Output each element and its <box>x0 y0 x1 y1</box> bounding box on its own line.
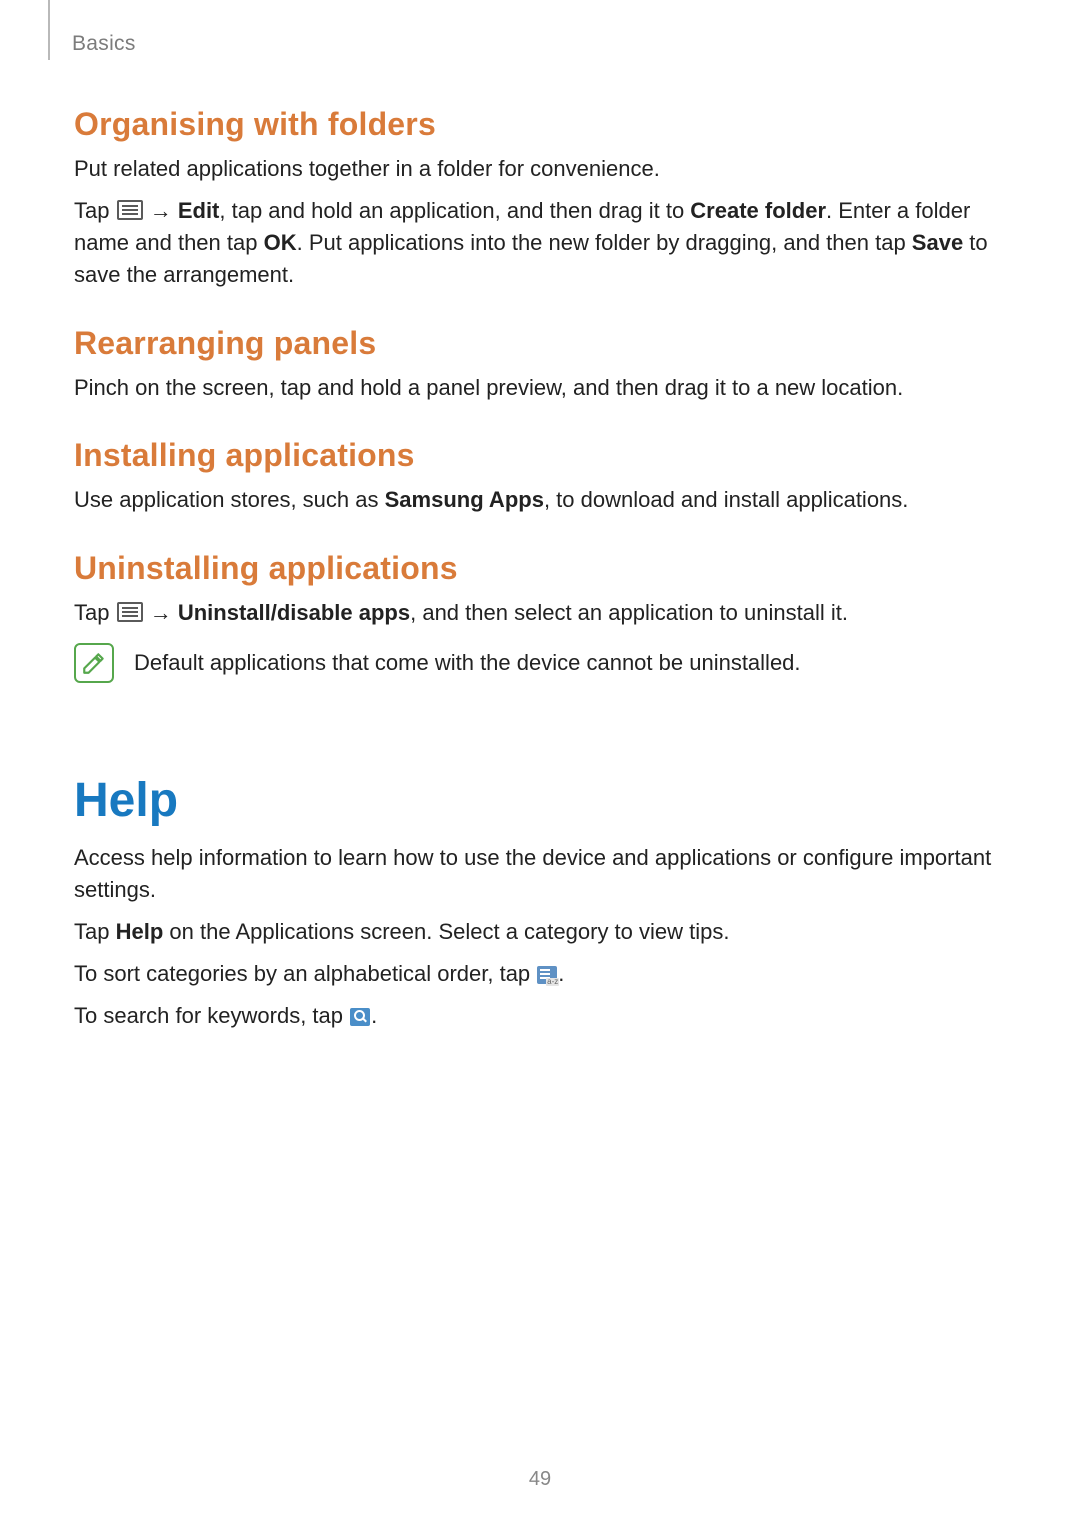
menu-icon <box>117 602 143 622</box>
bold-samsung-apps: Samsung Apps <box>385 487 544 512</box>
bold-create-folder: Create folder <box>690 198 826 223</box>
text-fragment: Tap <box>74 600 116 625</box>
text-fragment: Tap <box>74 198 116 223</box>
header-rule <box>48 0 50 60</box>
text-fragment: on the Applications screen. Select a cat… <box>163 919 729 944</box>
text-fragment: , to download and install applications. <box>544 487 908 512</box>
text-fragment: , and then select an application to unin… <box>410 600 848 625</box>
heading-rearranging-panels: Rearranging panels <box>74 325 1006 362</box>
sort-az-icon <box>537 966 557 984</box>
text-fragment: Use application stores, such as <box>74 487 385 512</box>
note-text: Default applications that come with the … <box>134 647 801 679</box>
manual-page: Basics Organising with folders Put relat… <box>0 0 1080 1527</box>
note-icon <box>74 643 114 683</box>
body-text: Tap → Edit, tap and hold an application,… <box>74 195 1006 291</box>
text-fragment: . <box>371 1003 377 1028</box>
text-fragment: To search for keywords, tap <box>74 1003 349 1028</box>
heading-help: Help <box>74 773 1006 828</box>
body-text: Tap → Uninstall/disable apps, and then s… <box>74 597 1006 629</box>
body-text: To sort categories by an alphabetical or… <box>74 958 1006 990</box>
text-fragment: Tap <box>74 919 116 944</box>
text-fragment: → <box>144 600 178 625</box>
heading-uninstalling-applications: Uninstalling applications <box>74 550 1006 587</box>
page-number: 49 <box>0 1468 1080 1491</box>
section-breadcrumb: Basics <box>72 32 136 56</box>
bold-ok: OK <box>264 230 297 255</box>
pencil-icon <box>81 650 107 676</box>
menu-icon <box>117 200 143 220</box>
bold-uninstall-disable-apps: Uninstall/disable apps <box>178 600 410 625</box>
body-text: Put related applications together in a f… <box>74 153 1006 185</box>
page-content: Organising with folders Put related appl… <box>74 38 1006 1032</box>
body-text: Tap Help on the Applications screen. Sel… <box>74 916 1006 948</box>
note-block: Default applications that come with the … <box>74 643 1006 683</box>
search-icon <box>350 1008 370 1026</box>
body-text: To search for keywords, tap . <box>74 1000 1006 1032</box>
heading-installing-applications: Installing applications <box>74 437 1006 474</box>
bold-help: Help <box>116 919 164 944</box>
text-fragment: → <box>144 198 178 223</box>
bold-edit: Edit <box>178 198 220 223</box>
body-text: Access help information to learn how to … <box>74 842 1006 906</box>
text-fragment: To sort categories by an alphabetical or… <box>74 961 536 986</box>
heading-organising-with-folders: Organising with folders <box>74 106 1006 143</box>
text-fragment: . <box>558 961 564 986</box>
bold-save: Save <box>912 230 963 255</box>
body-text: Use application stores, such as Samsung … <box>74 484 1006 516</box>
text-fragment: , tap and hold an application, and then … <box>219 198 690 223</box>
text-fragment: . Put applications into the new folder b… <box>297 230 912 255</box>
body-text: Pinch on the screen, tap and hold a pane… <box>74 372 1006 404</box>
